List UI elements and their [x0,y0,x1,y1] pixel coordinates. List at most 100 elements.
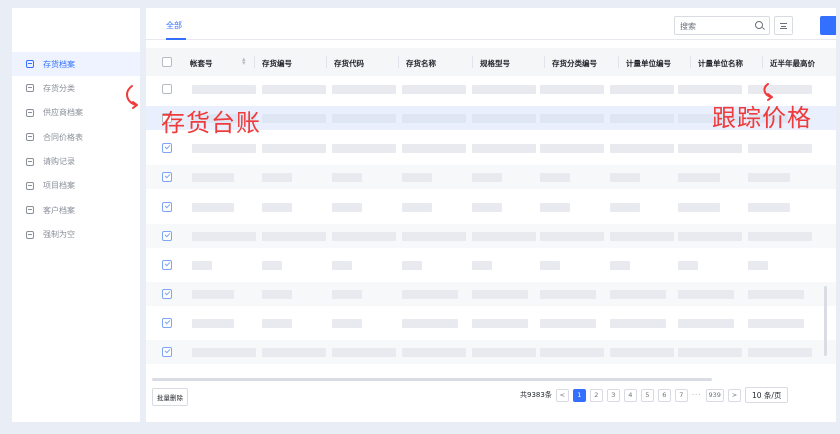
row-checkbox[interactable] [162,84,172,94]
page-button[interactable]: 3 [606,388,620,402]
sidebar-item[interactable]: 强制为空 [12,223,140,247]
column-header[interactable]: 存货代码 [334,58,364,69]
sidebar-item[interactable]: 项目档案 [12,174,140,198]
page-button[interactable]: 4 [623,388,637,402]
column-divider[interactable] [762,56,763,68]
column-header[interactable]: 近半年最高价 [770,58,815,69]
table-row[interactable] [146,136,836,160]
column-header[interactable]: 规格型号 [480,58,510,69]
primary-action-button[interactable] [820,16,836,35]
placeholder-cell [748,144,812,153]
table-row[interactable] [146,282,836,306]
placeholder-cell [332,114,396,123]
calendar-icon [26,181,34,190]
right-annotation-label: 跟踪价格 [712,104,812,132]
placeholder-cell [402,203,432,212]
placeholder-cell [192,232,256,241]
placeholder-cell [402,173,432,182]
column-header[interactable]: 存货名称 [406,58,436,69]
search-input[interactable]: 搜索 [674,16,770,35]
prev-page-button[interactable]: < [555,388,569,402]
vertical-scrollbar[interactable] [824,286,827,356]
placeholder-cell [610,290,666,299]
placeholder-cell [402,144,466,153]
placeholder-cell [540,348,604,357]
sidebar-item-label: 请购记录 [43,157,75,167]
column-divider[interactable] [472,56,473,68]
placeholder-cell [192,319,234,328]
placeholder-cell [678,144,742,153]
column-header[interactable]: 帐套号 [190,58,213,69]
placeholder-cell [610,173,640,182]
select-all-checkbox[interactable] [162,57,172,67]
placeholder-cell [678,173,720,182]
column-divider[interactable] [326,56,327,68]
page-ellipsis[interactable]: ··· [692,391,702,399]
row-checkbox[interactable] [162,289,172,299]
table-row[interactable] [146,165,836,189]
placeholder-cell [332,85,396,94]
page-button[interactable]: 6 [657,388,671,402]
placeholder-cell [678,290,734,299]
placeholder-cell [192,290,234,299]
row-checkbox[interactable] [162,347,172,357]
tab-all[interactable]: 全部 [166,20,182,31]
placeholder-cell [332,348,396,357]
row-checkbox[interactable] [162,318,172,328]
column-divider[interactable] [618,56,619,68]
sidebar-item-label: 合同价格表 [43,132,83,142]
sidebar-item[interactable]: 存货档案 [12,52,140,76]
page-button[interactable]: 2 [589,388,603,402]
row-checkbox[interactable] [162,172,172,182]
page-size-select[interactable]: 10 条/页 [744,387,789,403]
search-icon[interactable] [755,21,763,29]
table-row[interactable] [146,224,836,248]
placeholder-cell [610,348,674,357]
placeholder-cell [748,203,790,212]
last-page-button[interactable]: 939 [705,388,724,402]
row-checkbox[interactable] [162,143,172,153]
sidebar-item[interactable]: 存货分类 [12,76,140,100]
column-divider[interactable] [254,56,255,68]
table-row[interactable] [146,195,836,219]
placeholder-cell [192,348,256,357]
placeholder-cell [540,203,570,212]
sort-icon[interactable]: ▴ ▾ [242,56,246,67]
page-button[interactable]: 1 [572,388,586,402]
row-checkbox[interactable] [162,202,172,212]
column-header[interactable]: 存货分类编号 [552,58,597,69]
placeholder-cell [472,114,536,123]
column-header[interactable]: 存货编号 [262,58,292,69]
filter-button[interactable] [774,16,793,35]
sidebar-item-label: 存货分类 [43,83,75,93]
tab-active-indicator [166,38,186,40]
column-divider[interactable] [544,56,545,68]
table-row[interactable] [146,311,836,335]
page-button[interactable]: 5 [640,388,654,402]
placeholder-cell [748,261,768,270]
placeholder-cell [540,114,604,123]
sidebar-item[interactable]: 请购记录 [12,150,140,174]
sidebar-item[interactable]: 供应商档案 [12,101,140,125]
placeholder-cell [472,203,502,212]
column-divider[interactable] [690,56,691,68]
batch-delete-button[interactable]: 批量删除 [152,388,188,406]
column-header[interactable]: 计量单位编号 [626,58,671,69]
placeholder-cell [262,348,326,357]
column-header[interactable]: 计量单位名称 [698,58,743,69]
next-page-button[interactable]: > [727,388,741,402]
placeholder-cell [678,232,742,241]
column-divider[interactable] [398,56,399,68]
calendar-icon [26,206,34,215]
placeholder-cell [332,261,352,270]
sidebar-item-label: 存货档案 [43,59,75,69]
sidebar-item[interactable]: 合同价格表 [12,125,140,149]
sidebar-item[interactable]: 客户档案 [12,198,140,222]
horizontal-scrollbar[interactable] [152,378,712,381]
placeholder-cell [332,203,362,212]
page-button[interactable]: 7 [674,388,688,402]
row-checkbox[interactable] [162,231,172,241]
row-checkbox[interactable] [162,260,172,270]
table-row[interactable] [146,253,836,277]
table-row[interactable] [146,340,836,364]
